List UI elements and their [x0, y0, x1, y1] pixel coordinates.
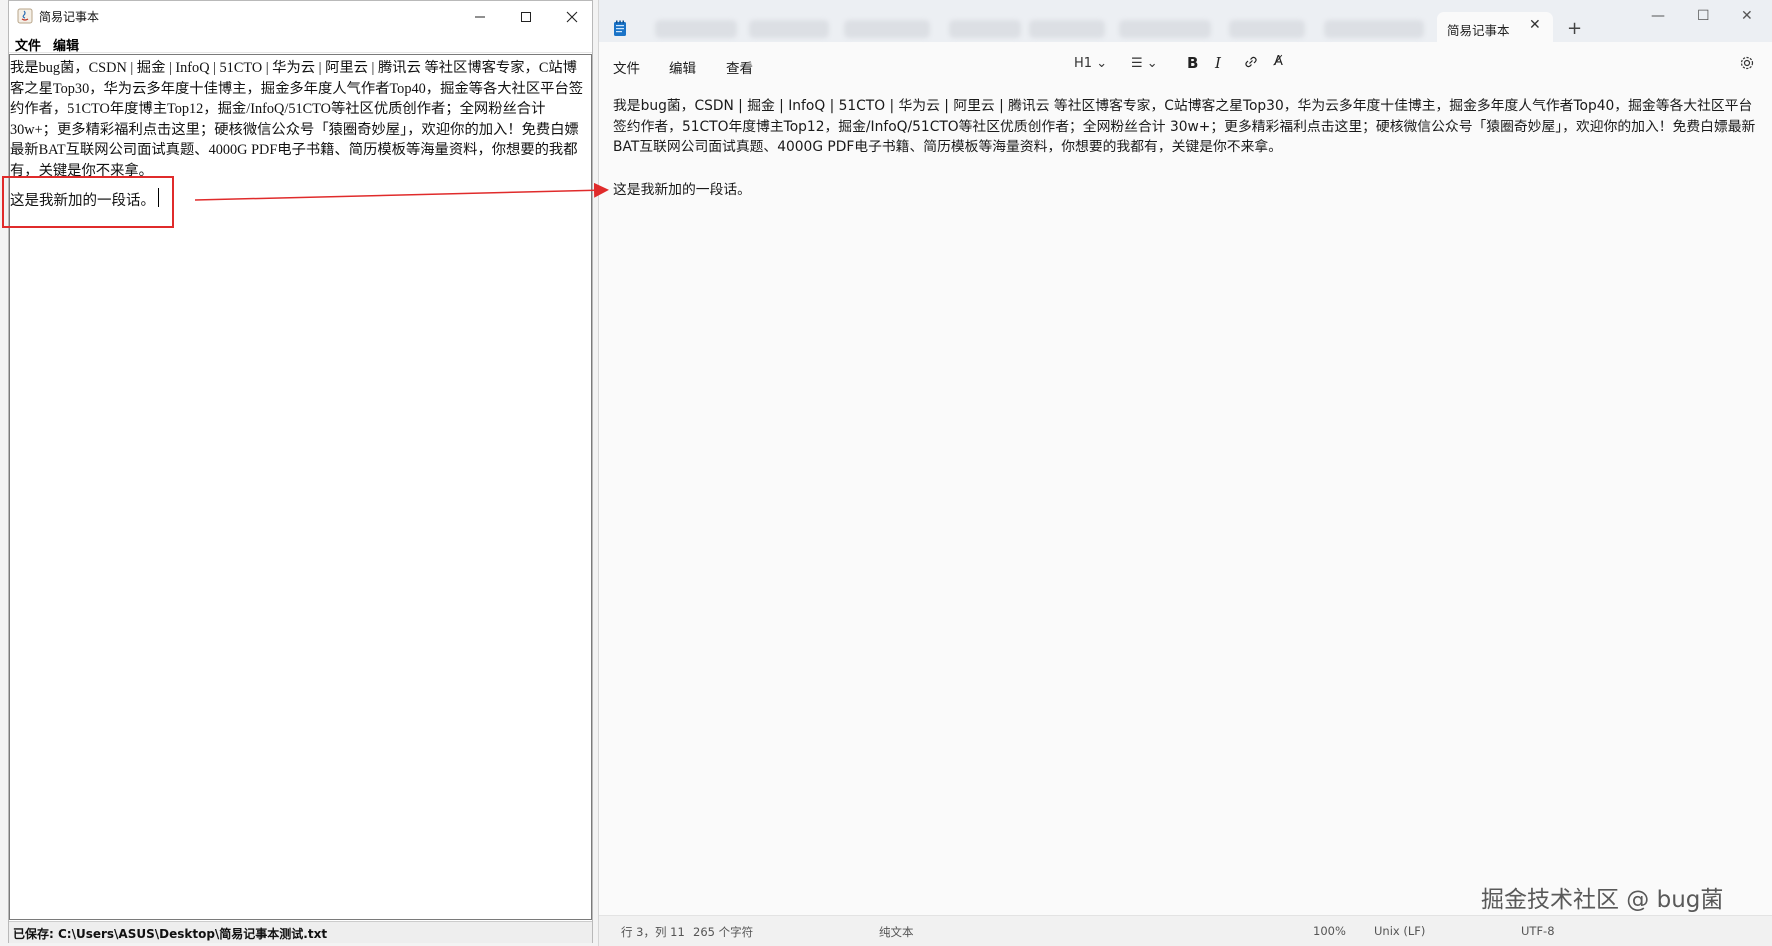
menu-file[interactable]: 文件 — [15, 35, 41, 54]
maximize-button[interactable] — [503, 1, 549, 32]
tab-blurred[interactable] — [1324, 20, 1424, 38]
cursor-position: 行 3，列 11 — [621, 925, 685, 939]
left-status-bar: 已保存: C:\Users\ASUS\Desktop\简易记事本测试.txt — [9, 921, 592, 943]
windows-notepad-window: 简易记事本 ✕ + — ☐ ✕ 文件 编辑 查看 H1 ⌄ ☰ ⌄ B I A̸… — [598, 0, 1772, 946]
editor-area[interactable]: 我是bug菌，CSDN | 掘金 | InfoQ | 51CTO | 华为云 |… — [599, 86, 1772, 901]
tab-blurred[interactable] — [1229, 20, 1305, 38]
left-title-bar[interactable]: 简易记事本 — [9, 1, 592, 32]
encoding[interactable]: UTF-8 — [1521, 924, 1555, 938]
notepad-icon — [613, 20, 627, 41]
tab-blurred[interactable] — [949, 20, 1021, 38]
italic-button[interactable]: I — [1215, 54, 1221, 72]
simple-notepad-window: 简易记事本 文件 编辑 我是bug菌，CSDN | 掘金 | InfoQ | 5… — [8, 0, 593, 943]
chevron-down-icon: ⌄ — [1096, 56, 1108, 71]
list-icon: ☰ — [1131, 56, 1143, 71]
right-paragraph-1: 我是bug菌，CSDN | 掘金 | InfoQ | 51CTO | 华为云 |… — [613, 98, 1756, 155]
tab-blurred[interactable] — [1119, 20, 1211, 38]
menu-view[interactable]: 查看 — [726, 57, 753, 77]
tab-blurred[interactable] — [1029, 20, 1105, 38]
saved-status-text: 已保存: C:\Users\ASUS\Desktop\简易记事本测试.txt — [13, 927, 328, 941]
menu-file[interactable]: 文件 — [613, 57, 640, 77]
minimize-icon — [475, 16, 485, 17]
tab-blurred[interactable] — [655, 20, 737, 38]
chevron-down-icon: ⌄ — [1146, 56, 1158, 71]
left-paragraph-1: 我是bug菌，CSDN | 掘金 | InfoQ | 51CTO | 华为云 |… — [10, 60, 584, 179]
clear-formatting-button[interactable]: A̸ — [1274, 54, 1283, 69]
tab-label: 简易记事本 — [1447, 23, 1510, 38]
close-icon — [566, 11, 578, 22]
highlight-box — [2, 176, 174, 228]
minimize-button[interactable] — [457, 1, 503, 32]
tab-blurred[interactable] — [749, 20, 829, 38]
maximize-icon[interactable]: ☐ — [1697, 8, 1710, 24]
menu-edit[interactable]: 编辑 — [53, 35, 79, 54]
watermark: 掘金技术社区 @ bug菌 — [1481, 887, 1724, 913]
menu-edit[interactable]: 编辑 — [669, 57, 696, 77]
zoom-level[interactable]: 100% — [1313, 924, 1346, 938]
bold-button[interactable]: B — [1187, 54, 1198, 72]
list-dropdown[interactable]: ☰ ⌄ — [1131, 56, 1158, 71]
right-status-bar: 行 3，列 11 265 个字符 纯文本 100% Unix (LF) UTF-… — [599, 915, 1772, 946]
character-count: 265 个字符 — [693, 925, 754, 939]
java-app-icon — [17, 8, 33, 24]
heading-label: H1 — [1074, 56, 1093, 71]
text-mode[interactable]: 纯文本 — [879, 924, 914, 940]
tab-active[interactable]: 简易记事本 ✕ — [1437, 12, 1553, 44]
link-icon[interactable] — [1243, 54, 1259, 74]
minimize-icon[interactable]: — — [1651, 8, 1665, 24]
tab-blurred[interactable] — [844, 20, 930, 38]
left-menu-bar: 文件 编辑 — [9, 32, 592, 54]
close-button[interactable] — [549, 1, 595, 32]
tab-close-icon[interactable]: ✕ — [1529, 17, 1541, 33]
close-icon[interactable]: ✕ — [1741, 8, 1753, 24]
right-paragraph-2: 这是我新加的一段话。 — [613, 182, 751, 198]
plus-icon[interactable]: + — [1567, 18, 1582, 39]
line-ending[interactable]: Unix (LF) — [1374, 924, 1425, 938]
right-menu-bar: 文件 编辑 查看 H1 ⌄ ☰ ⌄ B I A̸ — [599, 46, 1772, 84]
tab-bar: 简易记事本 ✕ + — ☐ ✕ — [599, 0, 1772, 44]
maximize-icon — [521, 11, 531, 22]
heading-dropdown[interactable]: H1 ⌄ — [1074, 56, 1107, 71]
window-title: 简易记事本 — [39, 10, 100, 24]
settings-icon[interactable] — [1739, 55, 1755, 75]
